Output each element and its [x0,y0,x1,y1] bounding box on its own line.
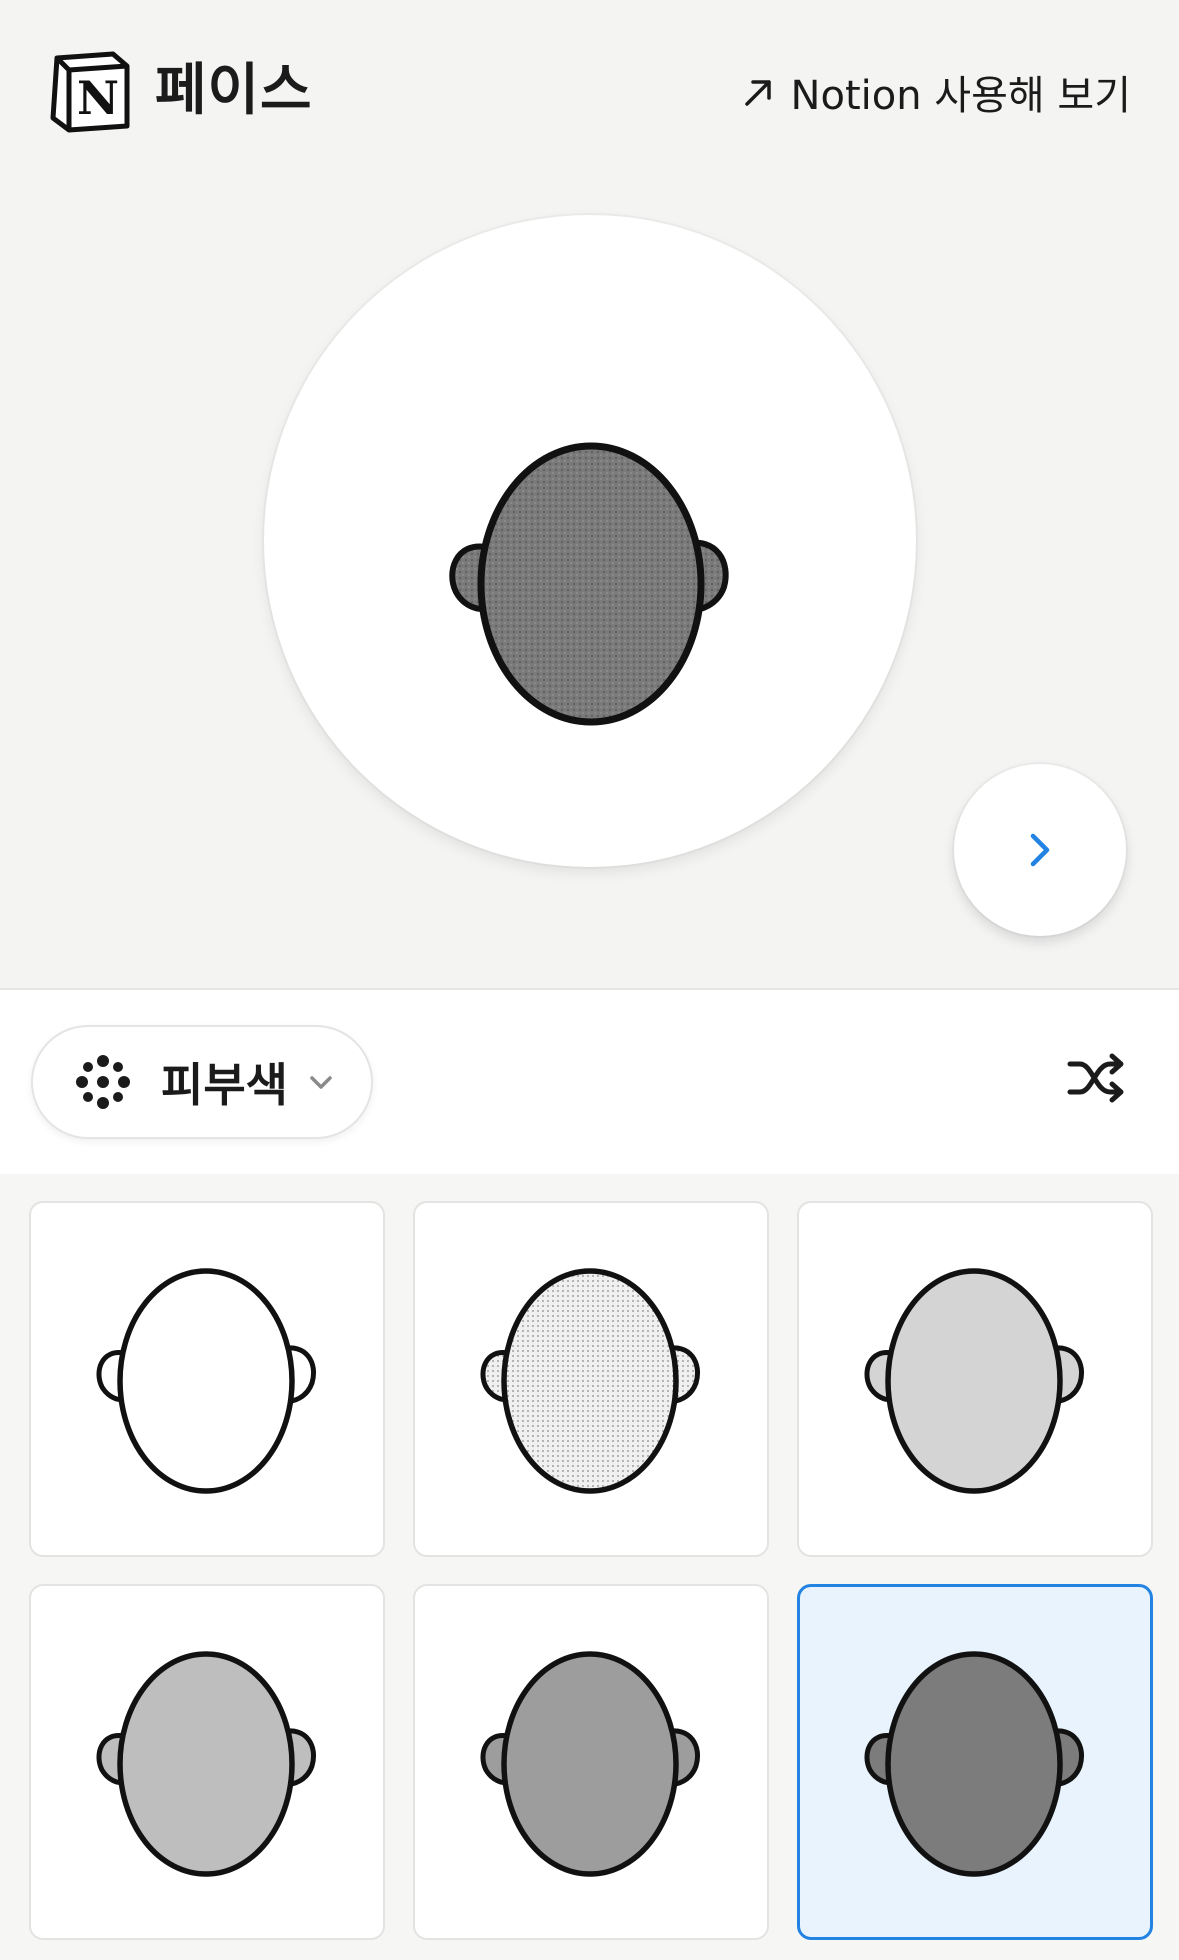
head-icon [480,1268,700,1494]
next-button[interactable] [954,764,1126,936]
chevron-down-icon [310,1076,332,1089]
head-icon [96,1651,316,1877]
try-notion-link[interactable]: Notion 사용해 보기 [739,62,1131,122]
skin-option-3[interactable] [797,1201,1153,1557]
arrow-up-right-icon [744,80,771,106]
category-dropdown[interactable]: 피부색 [31,1025,373,1139]
chevron-right-icon [1030,833,1050,867]
skin-option-4[interactable] [29,1584,385,1940]
category-label: 피부색 [161,1058,288,1112]
skin-option-1[interactable] [29,1201,385,1557]
shuffle-button[interactable] [1060,1042,1132,1114]
skin-option-6[interactable] [797,1584,1153,1940]
shuffle-icon [1067,1053,1124,1103]
app-title: 페이스 [155,58,313,123]
editor-toolbar: 피부색 [0,988,1179,1176]
notion-logo-icon[interactable]: N [47,50,131,134]
dots-palette-icon [76,1055,130,1109]
head-icon [480,1651,700,1877]
face-preview-head [449,442,729,726]
svg-text:N: N [77,71,119,125]
skin-option-2[interactable] [413,1201,769,1557]
skin-option-5[interactable] [413,1584,769,1940]
try-notion-label: Notion 사용해 보기 [790,73,1131,119]
head-icon [96,1268,316,1494]
head-icon [864,1268,1084,1494]
head-icon [864,1651,1084,1877]
